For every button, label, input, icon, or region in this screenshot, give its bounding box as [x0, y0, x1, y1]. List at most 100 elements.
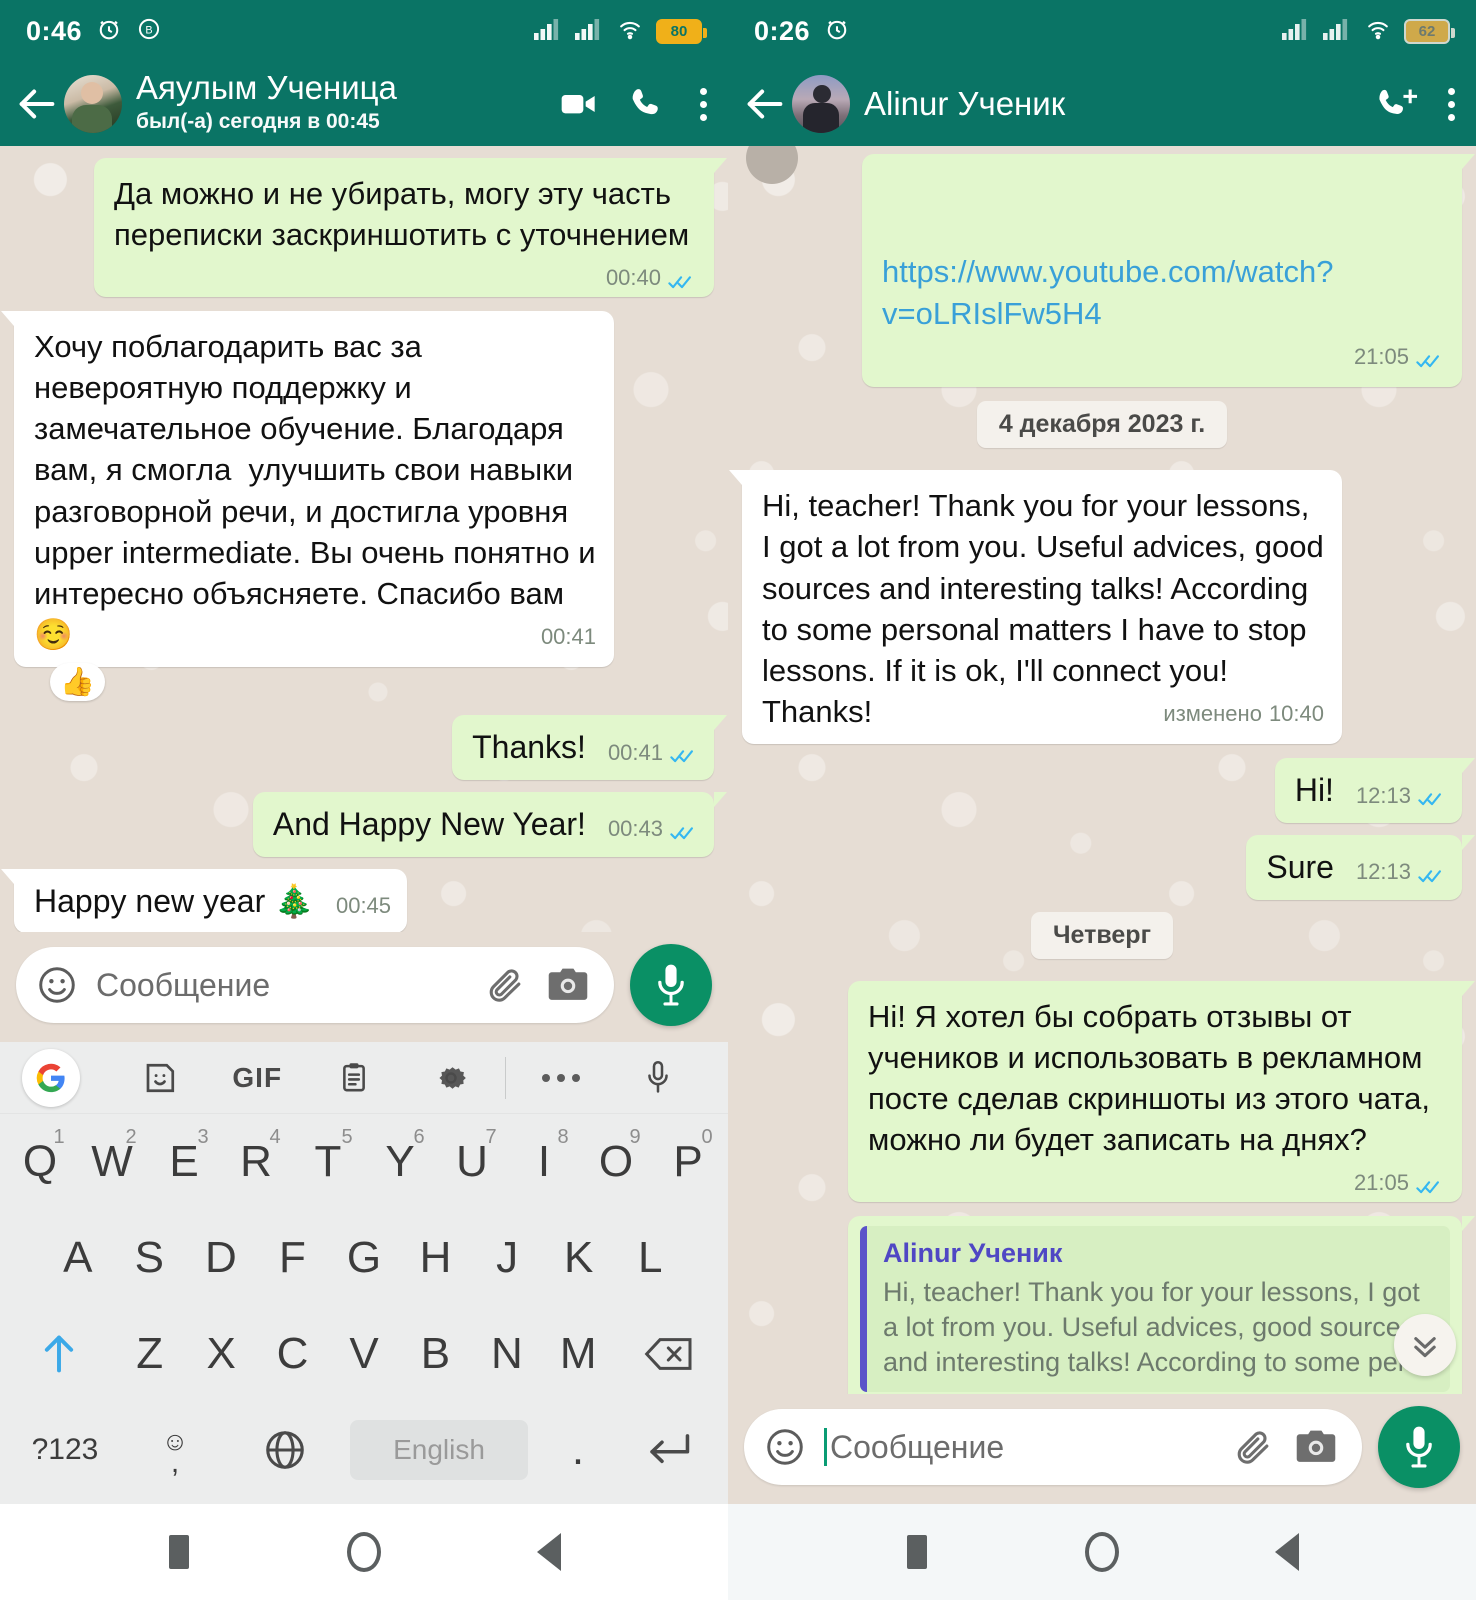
overflow-menu-icon[interactable] [698, 87, 708, 121]
clipboard-icon[interactable] [306, 1061, 403, 1095]
message-input-placeholder[interactable]: Сообщение [824, 1428, 1214, 1466]
key-q[interactable]: Q1 [4, 1114, 76, 1210]
enter-icon[interactable] [618, 1402, 718, 1498]
message-row[interactable]: Hi! Я хотел бы собрать отзывы от ученико… [742, 980, 1475, 1202]
message-row[interactable]: Hi, teacher! Thank you for your lessons,… [729, 470, 1462, 745]
gear-icon[interactable] [402, 1060, 499, 1096]
key-s[interactable]: S [114, 1210, 186, 1306]
message-row[interactable]: And Happy New Year! 00:43 [14, 791, 728, 857]
key-e[interactable]: E3 [148, 1114, 220, 1210]
back-arrow-icon[interactable] [742, 81, 788, 127]
outgoing-bubble[interactable]: Hi! 12:13 [1274, 758, 1476, 823]
outgoing-bubble[interactable]: Thanks! 00:41 [452, 715, 727, 780]
period-key[interactable]: . [538, 1402, 618, 1498]
add-contact-call-icon[interactable] [1376, 84, 1418, 124]
message-row[interactable]: Alinur Ученик Hi, teacher! Thank you for… [742, 1215, 1475, 1394]
voice-record-button[interactable] [1378, 1406, 1460, 1488]
key-w[interactable]: W2 [76, 1114, 148, 1210]
recents-square-icon[interactable] [825, 1535, 1010, 1569]
video-call-icon[interactable] [558, 84, 598, 124]
back-triangle-icon[interactable] [457, 1533, 642, 1571]
key-m[interactable]: M [543, 1306, 614, 1402]
sticker-icon[interactable] [112, 1060, 209, 1096]
message-text: Thanks! [472, 729, 586, 766]
incoming-bubble[interactable]: Happy new year 🎄 00:45 [0, 868, 408, 932]
reaction-badge[interactable]: 👍 [50, 662, 105, 702]
shift-arrow-icon[interactable] [4, 1306, 114, 1402]
key-t[interactable]: T5 [292, 1114, 364, 1210]
outgoing-bubble-with-quote[interactable]: Alinur Ученик Hi, teacher! Thank you for… [848, 1215, 1475, 1394]
emoji-icon[interactable] [36, 964, 78, 1006]
key-o[interactable]: O9 [580, 1114, 652, 1210]
backspace-icon[interactable] [614, 1306, 724, 1402]
emoji-comma-key[interactable]: ☺ , [120, 1402, 230, 1498]
key-x[interactable]: X [185, 1306, 256, 1402]
left-chat-scroll-area[interactable]: Да можно и не убирать, могу эту часть пе… [0, 146, 728, 932]
paperclip-icon[interactable] [484, 963, 528, 1007]
key-g[interactable]: G [328, 1210, 400, 1306]
home-circle-icon[interactable] [1010, 1532, 1195, 1572]
key-n[interactable]: N [471, 1306, 542, 1402]
voice-record-button[interactable] [630, 944, 712, 1026]
message-row[interactable]: https://www.youtube.com/watch?v=oLRIslFw… [742, 154, 1475, 388]
key-p[interactable]: P0 [652, 1114, 724, 1210]
back-triangle-icon[interactable] [1195, 1533, 1380, 1571]
quoted-reply[interactable]: Alinur Ученик Hi, teacher! Thank you for… [860, 1225, 1450, 1392]
camera-icon[interactable] [546, 965, 590, 1005]
key-a[interactable]: A [42, 1210, 114, 1306]
message-input-pill[interactable]: Сообщение [744, 1409, 1362, 1485]
key-j[interactable]: J [471, 1210, 543, 1306]
message-row[interactable]: Хочу поблагодарить вас за невероятную по… [1, 310, 714, 702]
message-input-placeholder[interactable]: Сообщение [96, 967, 466, 1004]
message-row[interactable]: Sure 12:13 [742, 834, 1475, 900]
message-meta: 00:43 [608, 814, 698, 843]
message-row[interactable]: Happy new year 🎄 00:45 [0, 868, 714, 932]
key-k[interactable]: K [543, 1210, 615, 1306]
chat-header-text[interactable]: Alinur Ученик [864, 85, 1065, 122]
more-dots-icon[interactable] [512, 1073, 609, 1082]
voice-input-icon[interactable] [609, 1059, 706, 1097]
chat-header-text[interactable]: Аяулым Ученица был(-а) сегодня в 00:45 [136, 69, 397, 138]
voice-call-icon[interactable] [628, 84, 668, 124]
message-row[interactable]: Thanks! 00:41 [14, 715, 727, 780]
key-b[interactable]: B [400, 1306, 471, 1402]
key-h[interactable]: H [400, 1210, 472, 1306]
outgoing-bubble[interactable]: And Happy New Year! 00:43 [252, 791, 728, 857]
right-chat-scroll-area[interactable]: https://www.youtube.com/watch?v=oLRIslFw… [728, 146, 1476, 1394]
outgoing-bubble[interactable]: Hi! Я хотел бы собрать отзывы от ученико… [848, 980, 1475, 1202]
outgoing-bubble[interactable]: Да можно и не убирать, могу эту часть пе… [94, 158, 727, 297]
key-d[interactable]: D [185, 1210, 257, 1306]
symbols-key[interactable]: ?123 [10, 1402, 120, 1498]
key-z[interactable]: Z [114, 1306, 185, 1402]
gif-label[interactable]: GIF [209, 1062, 306, 1094]
space-key[interactable]: English [350, 1420, 528, 1480]
message-row[interactable]: Hi! 12:13 [742, 758, 1476, 823]
key-c[interactable]: C [257, 1306, 328, 1402]
key-f[interactable]: F [257, 1210, 329, 1306]
key-u[interactable]: U7 [436, 1114, 508, 1210]
outgoing-bubble[interactable]: https://www.youtube.com/watch?v=oLRIslFw… [862, 154, 1475, 388]
key-l[interactable]: L [614, 1210, 686, 1306]
incoming-bubble[interactable]: Hi, teacher! Thank you for your lessons,… [729, 470, 1342, 745]
overflow-menu-icon[interactable] [1446, 87, 1456, 121]
google-logo-icon[interactable] [22, 1048, 112, 1107]
home-circle-icon[interactable] [272, 1532, 457, 1572]
outgoing-bubble[interactable]: Sure 12:13 [1246, 834, 1475, 900]
double-chevron-down-icon[interactable] [1394, 1314, 1456, 1376]
recents-square-icon[interactable] [87, 1535, 272, 1569]
message-input-pill[interactable]: Сообщение [16, 947, 614, 1023]
camera-icon[interactable] [1294, 1427, 1338, 1467]
message-row[interactable]: Да можно и не убирать, могу эту часть пе… [14, 158, 727, 297]
link-text[interactable]: https://www.youtube.com/watch?v=oLRIslFw… [882, 254, 1333, 330]
key-v[interactable]: V [328, 1306, 399, 1402]
key-i[interactable]: I8 [508, 1114, 580, 1210]
key-r[interactable]: R4 [220, 1114, 292, 1210]
key-y[interactable]: Y6 [364, 1114, 436, 1210]
incoming-bubble[interactable]: Хочу поблагодарить вас за невероятную по… [1, 310, 614, 702]
paperclip-icon[interactable] [1232, 1425, 1276, 1469]
emoji-icon[interactable] [764, 1426, 806, 1468]
back-arrow-icon[interactable] [14, 81, 60, 127]
avatar[interactable] [64, 75, 122, 133]
globe-icon[interactable] [230, 1402, 340, 1498]
avatar[interactable] [792, 75, 850, 133]
